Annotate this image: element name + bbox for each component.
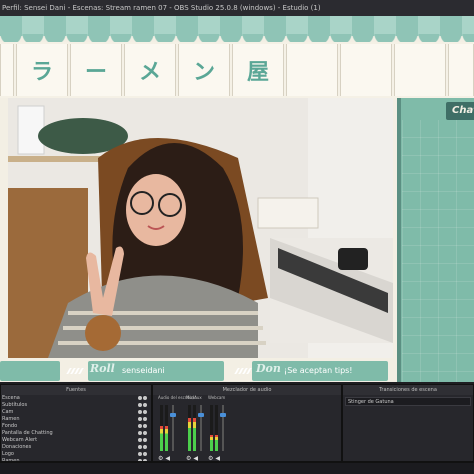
eye-icon[interactable] <box>138 410 142 414</box>
sources-list[interactable]: Escena Subtítulos Cam Ramen Fondo Pantalla de… <box>1 395 151 461</box>
banner-panel-edge <box>0 44 14 96</box>
lock-icon[interactable] <box>143 438 147 442</box>
chat-grid <box>402 120 474 382</box>
banner-glyph-4: ン <box>178 44 230 96</box>
source-item[interactable]: Pantalla de Chatting <box>1 430 151 437</box>
transition-select[interactable]: Stinger de Gatuna <box>345 397 471 406</box>
banner-panel-9 <box>448 44 474 96</box>
lock-icon[interactable] <box>143 431 147 435</box>
bar-divider-2 <box>234 368 254 374</box>
level-meter-fill <box>188 418 191 451</box>
banner-glyph-2: ー <box>70 44 122 96</box>
bar-divider-1 <box>66 368 86 374</box>
gear-icon[interactable]: ⚙ <box>186 455 191 462</box>
mixer-dock-title: Mezclador de audio <box>153 385 341 395</box>
chat-label: Chat <box>446 102 474 120</box>
sources-dock-title: Fuentes <box>1 385 151 395</box>
source-item[interactable]: Cam <box>1 409 151 416</box>
level-meter <box>215 405 218 451</box>
scene-preview[interactable]: ラ ー メ ン 屋 Cha Roll senseidani Don ¡Se ac… <box>0 16 474 382</box>
info-bar-tips: Don ¡Se aceptan tips! <box>252 361 388 381</box>
level-meter <box>160 405 163 451</box>
eye-icon[interactable] <box>138 403 142 407</box>
level-meter-fill <box>215 435 218 451</box>
volume-fader-thumb[interactable] <box>198 413 204 417</box>
source-item-label: Subtítulos <box>2 402 28 408</box>
sources-dock: Fuentes Escena Subtítulos Cam Ramen Fondo Pan… <box>0 384 152 462</box>
source-item[interactable]: Ramen <box>1 416 151 423</box>
level-meter <box>210 405 213 451</box>
volume-fader[interactable] <box>170 405 176 451</box>
source-item-label: Fondo <box>2 423 18 429</box>
banner-panel-6 <box>286 44 338 96</box>
lock-icon[interactable] <box>143 403 147 407</box>
eye-icon[interactable] <box>138 396 142 400</box>
lock-icon[interactable] <box>143 445 147 449</box>
level-meter <box>165 405 168 451</box>
mixer-channel-name: Audio del escritorio <box>158 395 197 400</box>
lock-icon[interactable] <box>143 452 147 456</box>
source-item[interactable]: Webcam Alert <box>1 437 151 444</box>
level-meter <box>193 405 196 451</box>
lock-icon[interactable] <box>143 410 147 414</box>
mixer-channel: Webcam ⚙ ◀ <box>208 395 233 467</box>
tips-bar-label: Don <box>256 362 281 375</box>
transitions-dock-title: Transiciones de escena <box>343 385 473 395</box>
gear-icon[interactable]: ⚙ <box>208 455 213 462</box>
eye-icon[interactable] <box>138 438 142 442</box>
window-title: Perfil: Sensei Dani - Escenas: Stream ra… <box>0 0 474 16</box>
source-item-label: Webcam Alert <box>2 437 38 443</box>
username-text: senseidani <box>122 366 165 375</box>
tips-text: ¡Se aceptan tips! <box>284 366 353 375</box>
source-item[interactable]: Fondo <box>1 423 151 430</box>
webcam-feed <box>8 98 393 358</box>
eye-icon[interactable] <box>138 445 142 449</box>
volume-fader[interactable] <box>198 405 204 451</box>
speaker-icon[interactable]: ◀ <box>165 455 170 462</box>
awning-stripes <box>0 16 474 36</box>
info-bar-left <box>0 361 60 381</box>
eye-icon[interactable] <box>138 431 142 435</box>
mixer-channel: Audio del escritorio ⚙ ◀ <box>158 395 197 467</box>
source-item-label: Pantalla de Chatting <box>2 430 53 436</box>
obs-window: Perfil: Sensei Dani - Escenas: Stream ra… <box>0 0 474 474</box>
source-item-label: Escena <box>2 395 20 401</box>
source-item[interactable]: Escena <box>1 395 151 402</box>
banner-glyph-5: 屋 <box>232 44 284 96</box>
lock-icon[interactable] <box>143 396 147 400</box>
level-meter-fill <box>193 418 196 451</box>
banner-panel-7 <box>340 44 392 96</box>
level-meter-fill <box>165 426 168 451</box>
speaker-icon[interactable]: ◀ <box>215 455 220 462</box>
volume-fader-thumb[interactable] <box>170 413 176 417</box>
username-bar-label: Roll <box>90 362 115 375</box>
banner-glyph-3: メ <box>124 44 176 96</box>
lock-icon[interactable] <box>143 424 147 428</box>
source-item-label: Logo <box>2 451 14 457</box>
volume-fader-thumb[interactable] <box>220 413 226 417</box>
source-item-label: Ramen <box>2 416 20 422</box>
level-meter <box>188 405 191 451</box>
status-bar <box>0 462 474 474</box>
level-meter-fill <box>160 426 163 451</box>
transitions-dock: Transiciones de escena Stinger de Gatuna <box>342 384 474 462</box>
info-bar-username: Roll senseidani <box>88 361 224 381</box>
eye-icon[interactable] <box>138 424 142 428</box>
source-item[interactable]: Donaciones <box>1 444 151 451</box>
lock-icon[interactable] <box>143 417 147 421</box>
banner-glyph-1: ラ <box>16 44 68 96</box>
speaker-icon[interactable]: ◀ <box>193 455 198 462</box>
gear-icon[interactable]: ⚙ <box>158 455 163 462</box>
level-meter-fill <box>210 435 213 451</box>
eye-icon[interactable] <box>138 417 142 421</box>
banner-panel-8 <box>394 44 446 96</box>
volume-fader[interactable] <box>220 405 226 451</box>
webcam-illustration <box>8 98 393 358</box>
source-item[interactable]: Logo <box>1 451 151 458</box>
source-item-label: Cam <box>2 409 14 415</box>
mixer-channel-name: Webcam <box>208 395 226 400</box>
eye-icon[interactable] <box>138 452 142 456</box>
source-item[interactable]: Subtítulos <box>1 402 151 409</box>
source-item-label: Donaciones <box>2 444 32 450</box>
